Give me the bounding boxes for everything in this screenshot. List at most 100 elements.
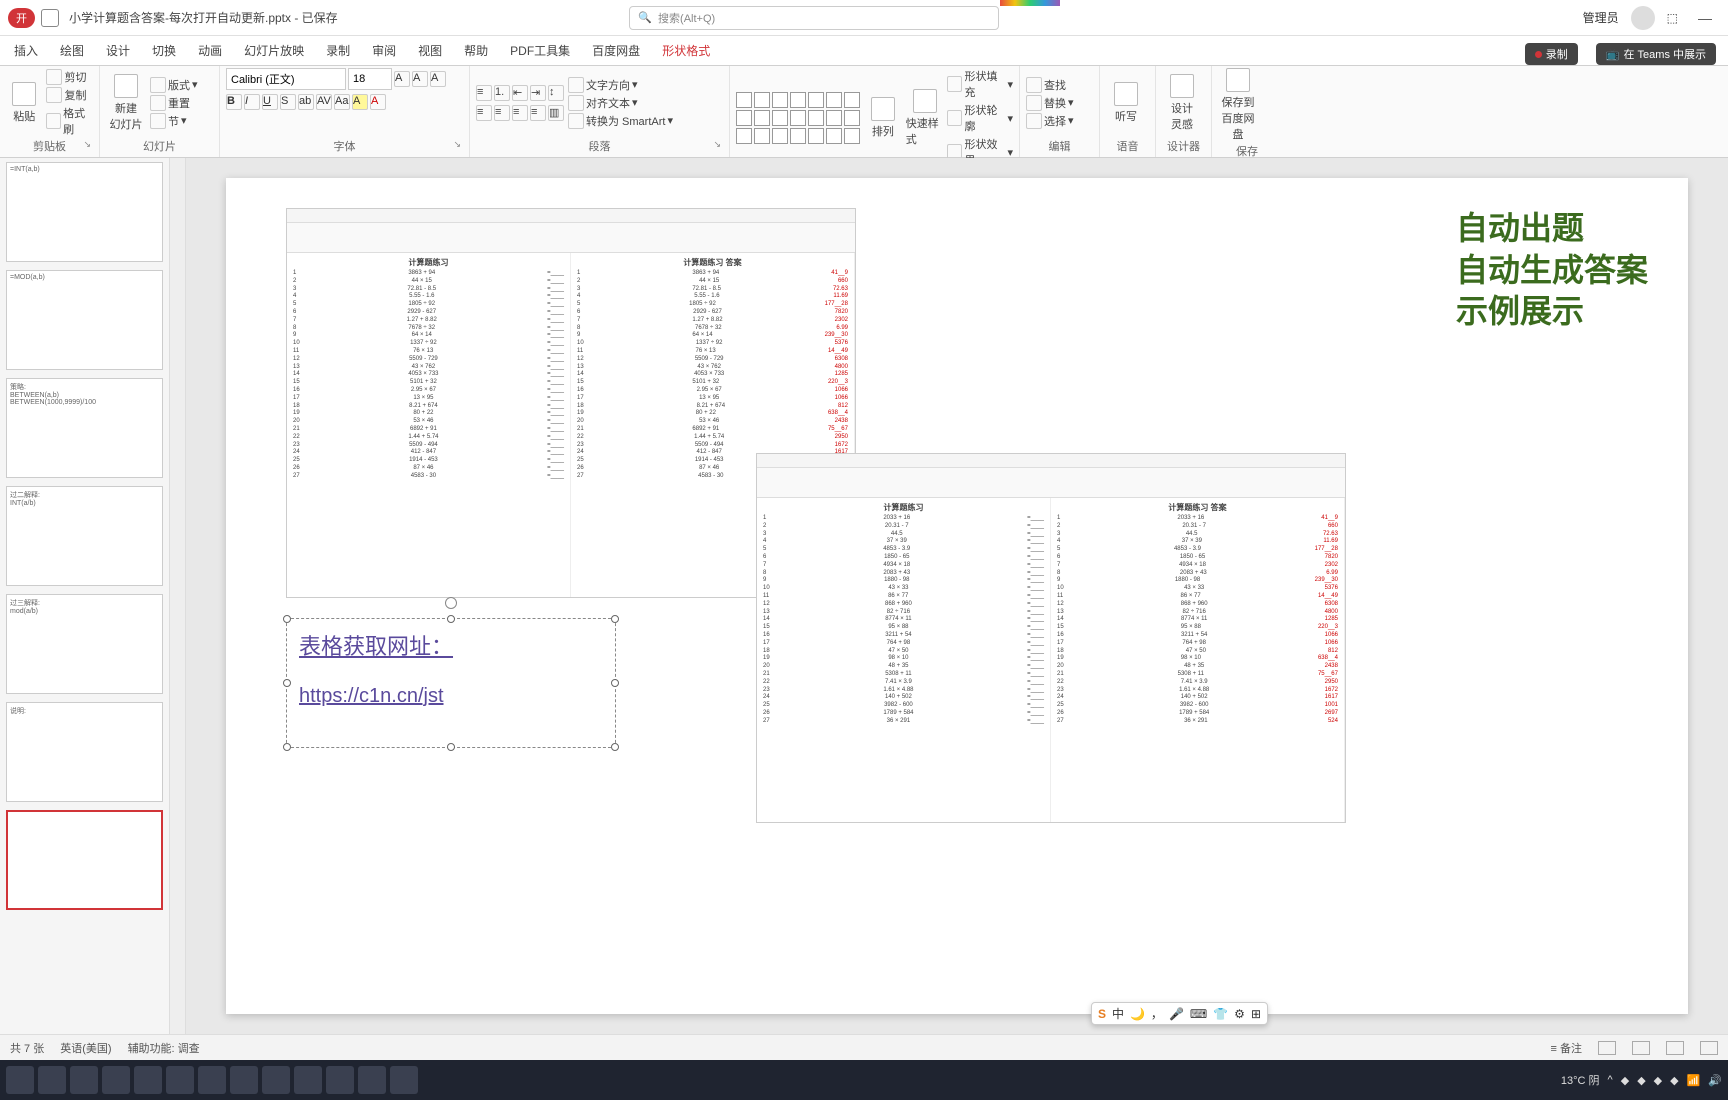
sogou-icon[interactable]: S [1098, 1007, 1106, 1021]
tab-pdf[interactable]: PDF工具集 [508, 36, 572, 65]
tab-baidu[interactable]: 百度网盘 [590, 36, 642, 65]
decrease-font-icon[interactable]: A [412, 71, 428, 87]
handle-se[interactable] [611, 743, 619, 751]
accessibility-indicator[interactable]: 辅助功能: 调查 [128, 1040, 200, 1056]
shape-outline-button[interactable]: 形状轮廓 ▾ [947, 102, 1013, 134]
taskbar-app-3[interactable] [102, 1066, 130, 1094]
italic-button[interactable]: I [244, 94, 260, 110]
thumb-7[interactable] [6, 810, 163, 910]
ime-menu-icon[interactable]: ⊞ [1251, 1007, 1261, 1021]
thumb-3[interactable]: 策略: BETWEEN(a,b) BETWEEN(1000,9999)/100 [6, 378, 163, 478]
align-center-button[interactable]: ≡ [494, 105, 510, 121]
tab-record[interactable]: 录制 [324, 36, 352, 65]
taskbar-app-4[interactable] [134, 1066, 162, 1094]
shape-cyl-icon[interactable] [808, 110, 824, 126]
shape-rect-icon[interactable] [736, 92, 752, 108]
shape-star-icon[interactable] [754, 110, 770, 126]
user-name[interactable]: 管理员 [1583, 9, 1619, 26]
font-launcher-icon[interactable]: ↘ [453, 139, 461, 150]
shape-more-icon[interactable] [844, 92, 860, 108]
tab-help[interactable]: 帮助 [462, 36, 490, 65]
taskbar-app-2[interactable] [70, 1066, 98, 1094]
language-indicator[interactable]: 英语(美国) [60, 1040, 111, 1056]
font-size-input[interactable] [348, 68, 392, 90]
shape-fill-button[interactable]: 形状填充 ▾ [947, 68, 1013, 100]
ime-moon-icon[interactable]: 🌙 [1130, 1007, 1145, 1021]
taskbar-app-9[interactable] [294, 1066, 322, 1094]
taskbar-app-12[interactable] [390, 1066, 418, 1094]
shape-curl-icon[interactable] [844, 110, 860, 126]
shapes-gallery[interactable] [736, 92, 860, 144]
slide-title-block[interactable]: 自动出题 自动生成答案 示例展示 [1456, 208, 1648, 333]
paste-button[interactable]: 粘贴 [6, 82, 42, 124]
ime-skin-icon[interactable]: 👕 [1213, 1007, 1228, 1021]
format-painter-button[interactable]: 格式刷 [46, 105, 93, 137]
numbering-button[interactable]: 1. [494, 85, 510, 101]
taskbar-app-7[interactable] [230, 1066, 258, 1094]
shape-line-icon[interactable] [772, 92, 788, 108]
shadow-button[interactable]: ab [298, 94, 314, 110]
cut-button[interactable]: 剪切 [46, 69, 93, 85]
increase-font-icon[interactable]: A [394, 71, 410, 87]
find-button[interactable]: 查找 [1026, 77, 1074, 93]
notes-button[interactable]: ≡ 备注 [1551, 1040, 1582, 1056]
align-justify-button[interactable]: ≡ [530, 105, 546, 121]
align-text-button[interactable]: 对齐文本 ▾ [568, 95, 673, 111]
clear-format-icon[interactable]: A [430, 71, 446, 87]
shape-arrow-icon[interactable] [790, 92, 806, 108]
underline-button[interactable]: U [262, 94, 278, 110]
taskbar-app-5[interactable] [166, 1066, 194, 1094]
shape-e-icon[interactable] [808, 128, 824, 144]
ime-keyboard-icon[interactable]: ⌨ [1190, 1007, 1207, 1021]
font-color-button[interactable]: A [370, 94, 386, 110]
taskbar-app-10[interactable] [326, 1066, 354, 1094]
arrange-button[interactable]: 排列 [864, 97, 902, 139]
shape-rrect-icon[interactable] [754, 92, 770, 108]
section-button[interactable]: 节 ▾ [150, 113, 198, 129]
volume-icon[interactable]: 🔊 [1708, 1074, 1722, 1087]
handle-w[interactable] [283, 679, 291, 687]
weather-widget[interactable]: 13°C 阴 [1561, 1072, 1600, 1088]
replace-button[interactable]: 替换 ▾ [1026, 95, 1074, 111]
thumb-2[interactable]: =MOD(a,b) [6, 270, 163, 370]
tray-icon-3[interactable]: ◆ [1654, 1074, 1662, 1087]
shape-b-icon[interactable] [754, 128, 770, 144]
shape-g-icon[interactable] [844, 128, 860, 144]
tab-view[interactable]: 视图 [416, 36, 444, 65]
taskbar-app-1[interactable] [38, 1066, 66, 1094]
handle-nw[interactable] [283, 615, 291, 623]
clipboard-launcher-icon[interactable]: ↘ [83, 139, 91, 150]
copy-button[interactable]: 复制 [46, 87, 93, 103]
thumb-6[interactable]: 说明: [6, 702, 163, 802]
tab-design[interactable]: 设计 [104, 36, 132, 65]
taskbar-app-6[interactable] [198, 1066, 226, 1094]
slide-canvas[interactable]: 自动出题 自动生成答案 示例展示 计算题练习 13863 + 94=____24… [186, 158, 1728, 1034]
handle-e[interactable] [611, 679, 619, 687]
ime-mic-icon[interactable]: 🎤 [1169, 1007, 1184, 1021]
ime-toolbar[interactable]: S 中 🌙 ， 🎤 ⌨ 👕 ⚙ ⊞ [1091, 1002, 1268, 1025]
handle-sw[interactable] [283, 743, 291, 751]
taskbar-app-11[interactable] [358, 1066, 386, 1094]
thumb-1[interactable]: =INT(a,b) [6, 162, 163, 262]
align-left-button[interactable]: ≡ [476, 105, 492, 121]
reading-view-button[interactable] [1666, 1041, 1684, 1055]
dictate-button[interactable]: 听写 [1106, 82, 1146, 124]
select-button[interactable]: 选择 ▾ [1026, 113, 1074, 129]
handle-s[interactable] [447, 743, 455, 751]
teams-present-button[interactable]: 📺 在 Teams 中展示 [1596, 43, 1716, 65]
shape-f-icon[interactable] [826, 128, 842, 144]
reset-button[interactable]: 重置 [150, 95, 198, 111]
font-name-input[interactable] [226, 68, 346, 90]
bullets-button[interactable]: ≡ [476, 85, 492, 101]
thumb-5[interactable]: 过三解释: mod(a/b) [6, 594, 163, 694]
tab-draw[interactable]: 绘图 [58, 36, 86, 65]
strike-button[interactable]: S [280, 94, 296, 110]
taskbar-app-8[interactable] [262, 1066, 290, 1094]
smartart-button[interactable]: 转换为 SmartArt ▾ [568, 113, 673, 129]
designer-button[interactable]: 设计 灵感 [1162, 74, 1202, 132]
sorter-view-button[interactable] [1632, 1041, 1650, 1055]
thumb-4[interactable]: 过二解释: INT(a/b) [6, 486, 163, 586]
shape-d-icon[interactable] [790, 128, 806, 144]
tab-insert[interactable]: 插入 [12, 36, 40, 65]
shape-oval-icon[interactable] [808, 92, 824, 108]
